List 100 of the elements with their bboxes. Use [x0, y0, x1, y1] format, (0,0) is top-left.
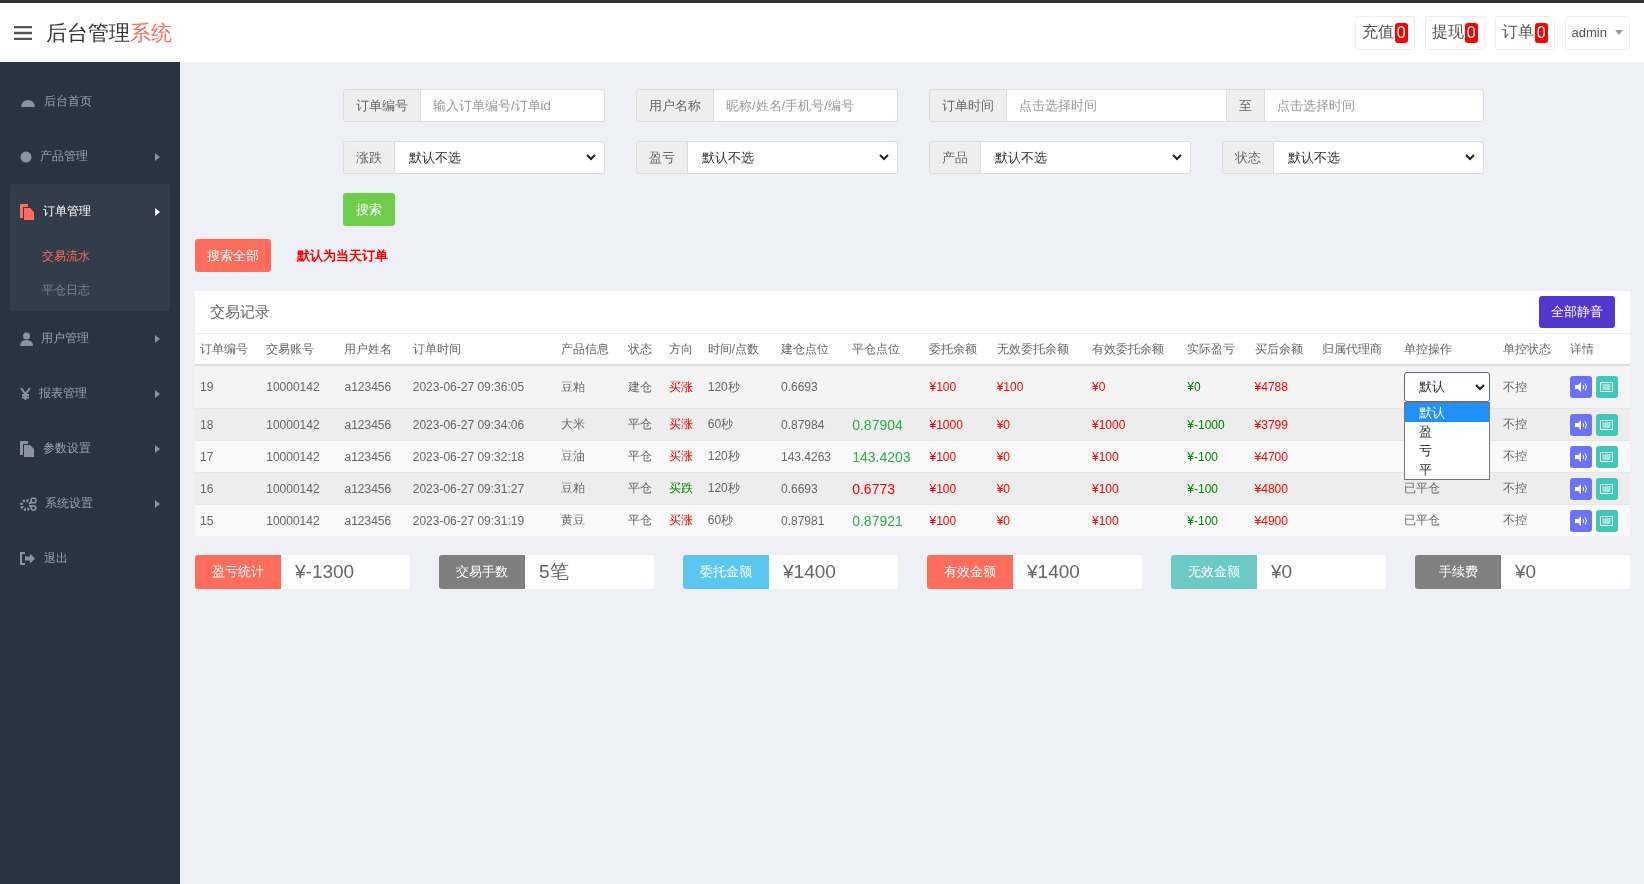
table-cell: 2023-06-27 09:31:19	[407, 504, 557, 536]
table-cell: 已平仓	[1399, 504, 1499, 536]
details-button[interactable]	[1595, 445, 1618, 468]
table-cell: 10000142	[261, 408, 340, 441]
menu-icon[interactable]	[14, 25, 32, 40]
sidebar-item[interactable]: 报表管理	[10, 366, 170, 421]
counter-button[interactable]: 订单 0	[1494, 15, 1555, 50]
stat-value: 5笔	[525, 555, 654, 589]
details-button[interactable]	[1595, 376, 1618, 398]
speaker-icon	[1574, 419, 1587, 430]
table-cell: 15	[195, 504, 262, 536]
sidebar-item[interactable]: 用户管理	[10, 311, 170, 366]
table-cell: ¥100	[1087, 472, 1183, 505]
details-button[interactable]	[1595, 477, 1618, 500]
sidebar-item[interactable]: 后台首页	[10, 74, 170, 129]
sidebar-item[interactable]: 参数设置	[10, 421, 170, 476]
table-cell: ¥-100	[1182, 440, 1250, 473]
field-label: 订单时间	[929, 89, 1007, 122]
table-cell: 买涨	[663, 365, 703, 409]
sound-button[interactable]	[1569, 445, 1592, 468]
dropdown-option[interactable]: 亏	[1405, 441, 1490, 460]
table-cell: 143.4263	[775, 440, 848, 473]
table-cell: ¥-1000	[1182, 408, 1250, 441]
chevron-down-icon	[879, 154, 889, 161]
counter-button[interactable]: 提现 0	[1424, 15, 1485, 50]
table-cell: 2023-06-27 09:31:27	[407, 472, 557, 505]
table-cell: 买跌	[663, 472, 703, 505]
field-label: 订单编号	[343, 89, 421, 122]
sound-button[interactable]	[1569, 509, 1592, 532]
speaker-icon	[1574, 483, 1587, 494]
list-icon	[1600, 382, 1614, 392]
speaker-icon	[1574, 451, 1587, 462]
stat-label: 手续费	[1415, 555, 1501, 589]
sidebar-item[interactable]: 订单管理	[10, 184, 170, 239]
user-menu[interactable]: admin	[1564, 15, 1630, 50]
sound-button[interactable]	[1569, 413, 1592, 436]
table-cell: 120秒	[702, 440, 776, 473]
chevron-down-icon	[1465, 154, 1475, 161]
app-title: 后台管理系统	[46, 19, 172, 46]
table-cell: ¥4788	[1249, 365, 1317, 409]
table-cell: ¥100	[991, 365, 1087, 409]
table-cell: 2023-06-27 09:32:18	[407, 440, 557, 473]
sound-button[interactable]	[1569, 477, 1592, 500]
table-cell: 平仓	[623, 472, 664, 505]
stat-value: ¥1400	[769, 555, 898, 589]
table-cell: 10000142	[261, 472, 340, 505]
chevron-down-icon	[586, 154, 596, 161]
field-label: 盈亏	[636, 141, 688, 174]
input-field[interactable]: 输入订单编号/订单id	[421, 89, 605, 122]
table-cell: 大米	[556, 408, 624, 441]
table-cell: 143.4203	[847, 440, 925, 473]
field-label: 涨跌	[343, 141, 395, 174]
sound-button[interactable]	[1569, 376, 1592, 398]
select-field[interactable]: 默认不选	[395, 141, 605, 174]
table-cell: 豆粕	[556, 365, 624, 409]
details-button[interactable]	[1595, 413, 1618, 436]
coin-icon	[20, 149, 32, 164]
table-cell: a123456	[339, 365, 408, 409]
dropdown-option[interactable]: 盈	[1405, 422, 1490, 441]
submenu-item[interactable]: 交易流水	[10, 239, 170, 273]
table-cell: 2023-06-27 09:36:05	[407, 365, 557, 409]
table-cell: 10000142	[261, 440, 340, 473]
date-field[interactable]: 点击选择时间	[1007, 89, 1227, 122]
table-cell: 豆粕	[556, 472, 624, 505]
select-field[interactable]: 默认	[1404, 372, 1491, 402]
list-icon	[1600, 515, 1614, 526]
input-field[interactable]: 昵称/姓名/手机号/编号	[714, 89, 898, 122]
sidebar-item[interactable]: 产品管理	[10, 129, 170, 184]
select-field[interactable]: 默认不选	[1274, 141, 1484, 174]
table-cell: ¥100	[924, 504, 992, 536]
table-cell: 0.87981	[775, 504, 848, 536]
table-cell: 买涨	[663, 440, 703, 473]
table-cell: 不控	[1498, 408, 1565, 441]
table-cell: ¥0	[1182, 365, 1250, 409]
list-icon	[1600, 483, 1614, 494]
table-cell: ¥0	[1087, 365, 1183, 409]
sidebar-item[interactable]: 系统设置	[10, 476, 170, 531]
list-icon	[1600, 419, 1614, 430]
sidebar-item[interactable]: 退出	[10, 531, 170, 586]
mute-all-button[interactable]: 全部静音	[1539, 296, 1615, 328]
currency-icon	[20, 386, 31, 401]
details-button[interactable]	[1595, 509, 1618, 532]
counter-button[interactable]: 充值 0	[1354, 15, 1415, 50]
stat-value: ¥1400	[1013, 555, 1142, 589]
table-cell: a123456	[339, 472, 408, 505]
date-field[interactable]: 点击选择时间	[1264, 89, 1484, 122]
table-cell: ¥100	[1087, 440, 1183, 473]
table-cell: 10000142	[261, 504, 340, 536]
list-icon	[1600, 451, 1614, 462]
table-cell: 19	[195, 365, 262, 409]
table-cell: ¥1000	[1087, 408, 1183, 441]
table-cell: 18	[195, 408, 262, 441]
table-cell: 120秒	[702, 365, 776, 409]
select-field[interactable]: 默认不选	[688, 141, 898, 174]
hint-text: 默认为当天订单	[297, 246, 388, 265]
table-cell: ¥100	[924, 440, 992, 473]
table-cell: ¥0	[991, 504, 1087, 536]
table-cell: ¥0	[991, 440, 1087, 473]
select-field[interactable]: 默认不选	[981, 141, 1191, 174]
table-cell: 0.87921	[847, 504, 925, 536]
